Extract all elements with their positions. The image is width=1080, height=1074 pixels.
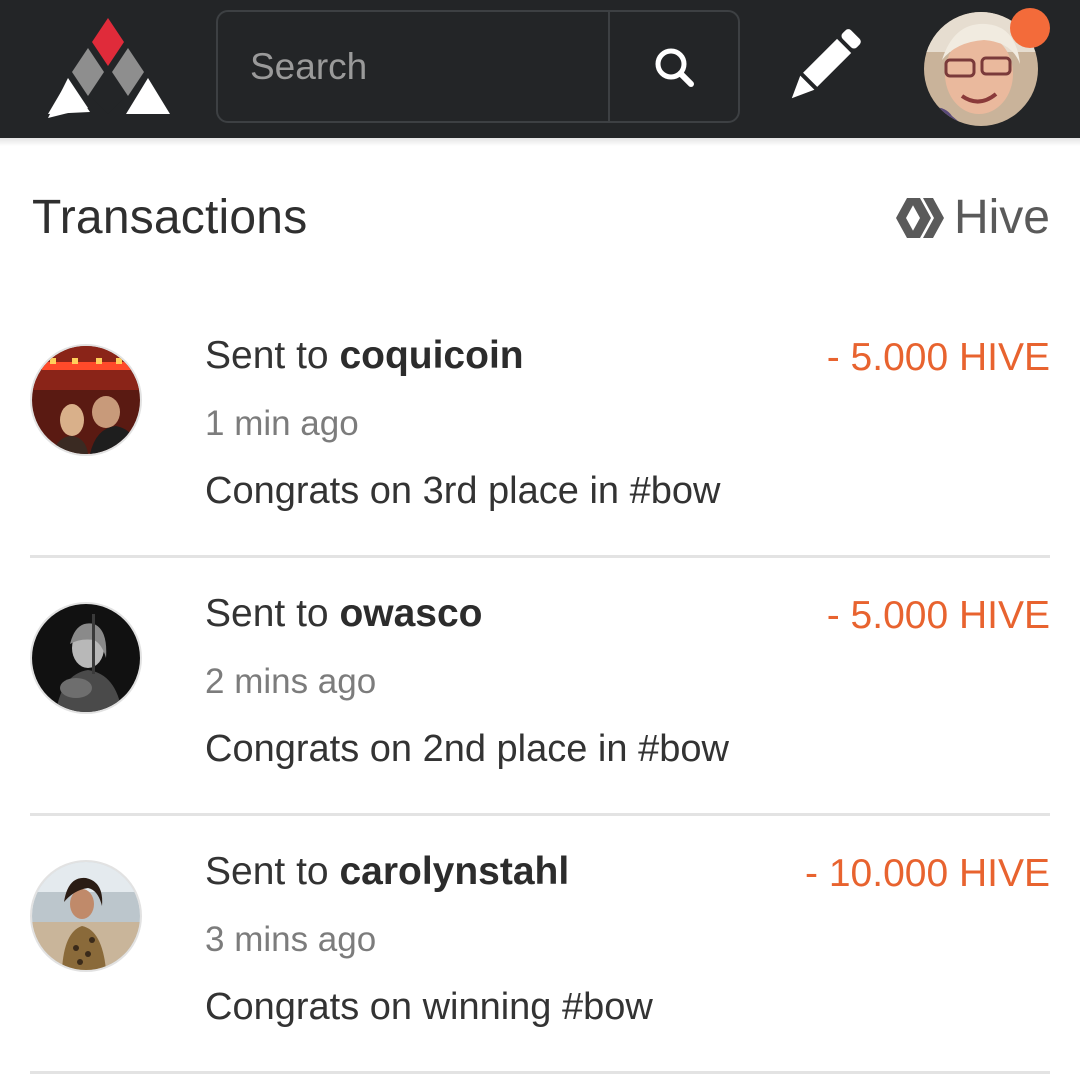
hive-logo-icon: [895, 197, 944, 238]
search-button[interactable]: [608, 12, 738, 121]
avatar[interactable]: [30, 344, 142, 456]
transaction-amount: - 5.000 HIVE: [826, 594, 1050, 637]
page-title: Transactions: [32, 191, 308, 244]
search-input[interactable]: [218, 12, 608, 121]
transaction-time: 2 mins ago: [205, 662, 377, 701]
transaction-amount: - 10.000 HIVE: [805, 852, 1050, 895]
transaction-item: Sent to carolynstahl 3 mins ago Congrats…: [30, 816, 1050, 1074]
transaction-username[interactable]: carolynstahl: [339, 850, 569, 893]
transaction-memo: Congrats on 2nd place in #bow: [205, 728, 729, 770]
transaction-title: Sent to owasco: [205, 592, 483, 636]
avatar[interactable]: [30, 602, 142, 714]
transaction-time: 1 min ago: [205, 404, 359, 443]
transaction-memo: Congrats on winning #bow: [205, 986, 653, 1028]
currency-selector[interactable]: Hive: [894, 190, 1050, 245]
user-avatar-button[interactable]: [924, 8, 1050, 126]
transaction-time: 3 mins ago: [205, 920, 377, 959]
transaction-item: Sent to owasco 2 mins ago Congrats on 2n…: [30, 558, 1050, 816]
currency-label: Hive: [953, 191, 1050, 244]
transaction-item: Sent to coquicoin 1 min ago Congrats on …: [30, 300, 1050, 558]
search-icon: [655, 48, 694, 87]
transaction-prefix: Sent to: [205, 850, 340, 893]
ecency-logo-icon[interactable]: [44, 18, 172, 118]
pencil-icon[interactable]: [780, 20, 870, 110]
top-bar: [0, 0, 1080, 138]
transaction-prefix: Sent to: [205, 334, 340, 377]
header-shadow: [0, 138, 1080, 146]
transaction-amount: - 5.000 HIVE: [826, 336, 1050, 379]
transaction-title: Sent to coquicoin: [205, 334, 524, 378]
notification-dot: [1010, 8, 1050, 48]
transaction-memo: Congrats on 3rd place in #bow: [205, 470, 721, 512]
transaction-title: Sent to carolynstahl: [205, 850, 569, 894]
transaction-username[interactable]: owasco: [339, 592, 482, 635]
avatar[interactable]: [30, 860, 142, 972]
search-bar: [216, 10, 740, 123]
transaction-prefix: Sent to: [205, 592, 340, 635]
transaction-username[interactable]: coquicoin: [339, 334, 523, 377]
